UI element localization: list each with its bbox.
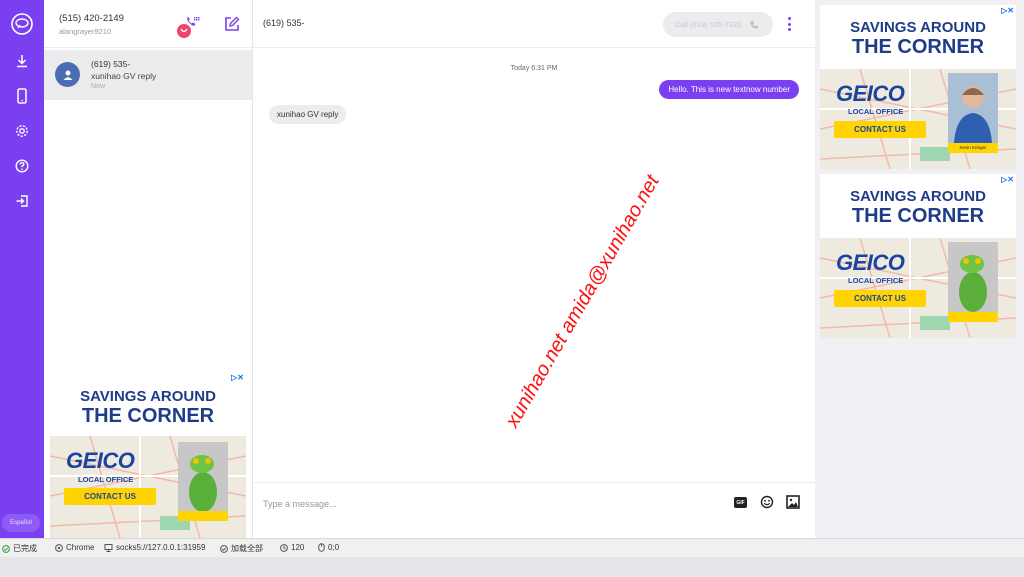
ad-contact-button[interactable]: CONTACT US (834, 121, 926, 138)
ad-photo-caption: Kevin Krieger (948, 143, 998, 153)
network-icon (104, 543, 113, 552)
ad-brand-logo: GEICO (66, 448, 135, 473)
compose-icon (225, 16, 240, 31)
help-icon[interactable] (9, 153, 35, 179)
ad-contact-button[interactable]: CONTACT US (64, 488, 156, 505)
message-outgoing: Hello. This is new textnow number (659, 80, 799, 99)
more-options-icon[interactable] (781, 15, 797, 33)
watermark-text: xunihao.net amida@xunihao.net (501, 171, 664, 432)
ad-banner-right-top[interactable]: ▷✕ SAVINGS AROUND THE CORNER GEICO LOCAL… (820, 5, 1016, 169)
account-username: alangrayer9210 (59, 27, 112, 36)
chat-header: (619) 535- Call (619) 535-7323 (253, 0, 815, 48)
status-coords: 0;0 (318, 543, 339, 552)
ad-headline-2: THE CORNER (851, 36, 985, 58)
compose-button[interactable] (224, 16, 240, 32)
ad-contact-button[interactable]: CONTACT US (834, 290, 926, 307)
window-bottom-strip (0, 557, 1024, 577)
conversation-preview: xunihao GV reply (91, 71, 157, 81)
call-button-label: Call (619) 535-7323 (675, 20, 742, 29)
image-icon[interactable] (786, 495, 800, 509)
my-phone-number: (515) 420-2149 (59, 13, 124, 24)
emoji-icon[interactable] (760, 495, 774, 509)
conversation-time: Now (91, 83, 106, 90)
logout-icon[interactable] (9, 188, 35, 214)
download-icon[interactable] (9, 48, 35, 74)
ad-agent-photo (948, 73, 998, 143)
status-proxy-text: socks5://127.0.0.1:31959 (116, 543, 206, 552)
call-icon (750, 20, 759, 29)
message-input[interactable] (263, 493, 683, 515)
ad-photo-caption-bar (948, 312, 998, 322)
right-ad-column: ▷✕ SAVINGS AROUND THE CORNER GEICO LOCAL… (815, 0, 1024, 538)
ad-banner-left[interactable]: ▷✕ SAVINGS AROUND THE CORNER GEICO LOCAL… (50, 372, 246, 538)
status-browser: Chrome (55, 543, 94, 552)
clock-icon (280, 543, 288, 552)
date-separator: Today 6:31 PM (510, 65, 558, 72)
settings-icon[interactable] (9, 118, 35, 144)
missed-call-button[interactable] (175, 14, 201, 40)
status-state-text: 已完成 (13, 544, 37, 553)
conversation-list-panel: (515) 420-2149 alangrayer9210 (619) 535- (44, 0, 253, 538)
browser-status-bar: 已完成 Chrome socks5://127.0.0.1:31959 加载全部… (0, 538, 1024, 557)
ad-choices-icon[interactable]: ▷✕ (231, 373, 244, 382)
ad-gecko-image (948, 242, 998, 312)
gif-button[interactable]: GIF (734, 497, 747, 508)
conversation-item[interactable]: (619) 535- xunihao GV reply Now (44, 50, 252, 100)
ad-headline-1: SAVINGS AROUND (850, 188, 986, 205)
ad-office-label: LOCAL OFFICE (78, 475, 134, 484)
status-done: 已完成 (2, 543, 37, 554)
ad-choices-icon[interactable]: ▷✕ (1001, 175, 1014, 184)
ad-brand-logo: GEICO (836, 81, 905, 106)
check-circle-icon (2, 544, 10, 553)
language-button[interactable]: Español (2, 514, 40, 532)
ad-choices-icon[interactable]: ▷✕ (1001, 6, 1014, 15)
status-coords-text: 0;0 (328, 543, 340, 552)
ad-headline-1: SAVINGS AROUND (850, 19, 986, 36)
status-browser-text: Chrome (66, 543, 95, 552)
logo-icon[interactable] (9, 11, 35, 37)
ad-gecko-image (178, 442, 228, 512)
nav-rail: Español (0, 0, 44, 538)
ad-office-label: LOCAL OFFICE (848, 276, 904, 285)
status-loaded: 加载全部 (220, 543, 263, 554)
call-button[interactable]: Call (619) 535-7323 (663, 12, 773, 37)
account-header: (515) 420-2149 alangrayer9210 (44, 0, 253, 48)
chat-panel: (619) 535- Call (619) 535-7323 Today 6:3… (253, 0, 815, 538)
phone-icon[interactable] (9, 83, 35, 109)
ad-office-label: LOCAL OFFICE (848, 107, 904, 116)
status-proxy: socks5://127.0.0.1:31959 (104, 543, 205, 552)
message-composer: GIF (253, 482, 815, 538)
missed-call-icon (177, 17, 200, 38)
ad-headline-1: SAVINGS AROUND (80, 388, 216, 405)
mouse-icon (318, 543, 325, 552)
person-icon (63, 70, 72, 80)
status-loaded-text: 加载全部 (231, 544, 263, 553)
ad-brand-logo: GEICO (836, 250, 905, 275)
contact-number: (619) 535- (263, 18, 305, 28)
ad-photo-caption-bar (178, 511, 228, 521)
status-timer-text: 120 (291, 543, 305, 552)
ad-headline-2: THE CORNER (851, 205, 985, 227)
avatar (55, 62, 80, 87)
chrome-icon (55, 543, 63, 552)
ad-headline-2: THE CORNER (81, 405, 215, 427)
check-circle-icon (220, 544, 228, 553)
status-timer: 120 (280, 543, 304, 552)
ad-banner-right-bottom[interactable]: ▷✕ SAVINGS AROUND THE CORNER GEICO LOCAL… (820, 174, 1016, 338)
conversation-name: (619) 535- (91, 59, 131, 69)
textnow-app: Español (515) 420-2149 alangrayer9210 (6… (0, 0, 1024, 538)
message-incoming: xunihao GV reply (269, 105, 347, 124)
